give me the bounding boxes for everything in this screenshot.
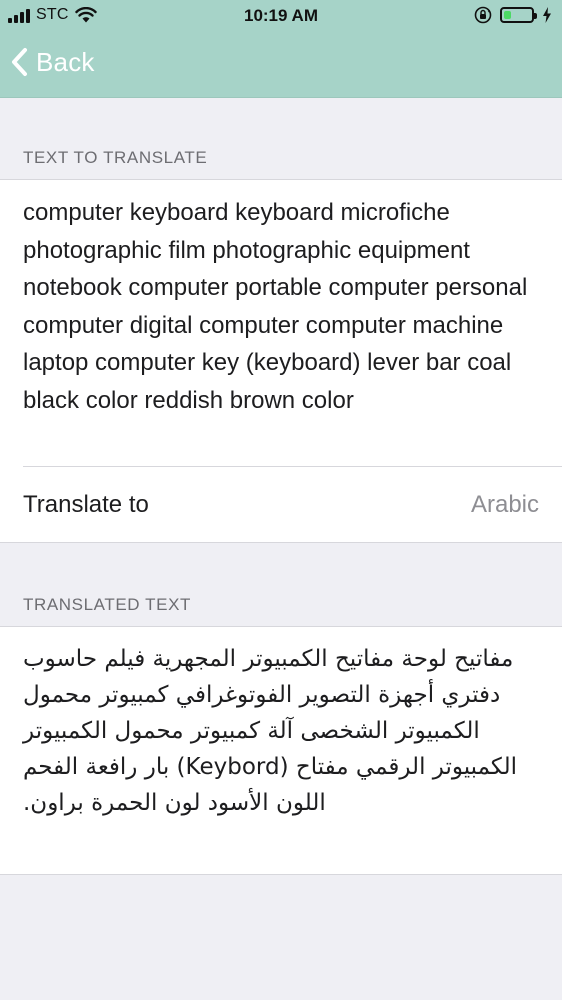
battery-icon [500,7,537,23]
source-text[interactable]: computer keyboard keyboard microfiche ph… [23,194,542,419]
chevron-left-icon [12,48,27,76]
status-right [474,6,552,24]
status-bar: STC 10:19 AM [0,0,562,32]
translate-to-row[interactable]: Translate to Arabic [0,467,562,541]
translated-panel: مفاتيح لوحة مفاتيح الكمبيوتر المجهرية في… [0,626,562,875]
translate-to-label: Translate to [23,491,149,518]
charging-bolt-icon [543,7,551,23]
translated-text[interactable]: مفاتيح لوحة مفاتيح الكمبيوتر المجهرية في… [23,641,522,821]
top-bar: STC 10:19 AM Back [0,0,562,98]
translate-to-value: Arabic [470,491,539,518]
back-button[interactable]: Back [10,42,95,82]
source-panel: computer keyboard keyboard microfiche ph… [0,179,562,543]
source-section-header: TEXT TO TRANSLATE [23,148,208,167]
orientation-lock-icon [474,6,492,24]
translated-section-header: TRANSLATED TEXT [23,595,192,614]
battery-fill [504,11,511,19]
back-label: Back [36,46,95,77]
navigation-bar: Back [0,32,562,97]
